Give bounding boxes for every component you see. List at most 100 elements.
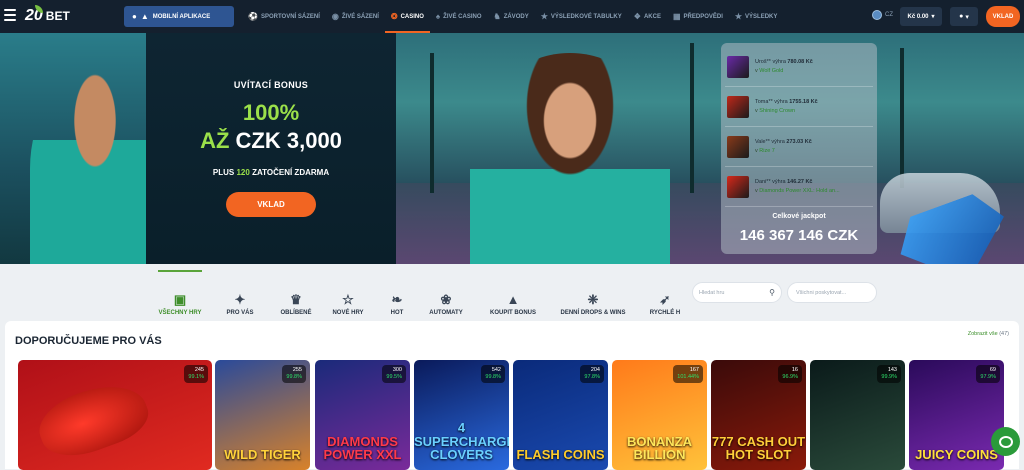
game-stats-badge: 300 99.5%: [382, 365, 406, 383]
game-thumbnail: [727, 95, 749, 118]
nav-item[interactable]: ★ VÝSLEDKY: [729, 0, 784, 33]
user-menu-button[interactable]: ● ▾: [950, 7, 978, 26]
winner-row[interactable]: Uroš** výhra 780.08 Kč v Wolf Gold: [725, 47, 873, 87]
live-icon: ◉: [331, 12, 339, 21]
star-icon: ☆: [342, 292, 354, 307]
winner-game-line: v Shining Crown: [755, 108, 818, 114]
winner-game[interactable]: Shining Crown: [759, 108, 795, 114]
bonus-up-to: AŽ: [200, 128, 230, 153]
category-tab[interactable]: ❀ AUTOMATY: [425, 270, 467, 316]
winner-amount: 146.27 Kč: [787, 179, 813, 185]
pepper-icon: ❧: [391, 292, 403, 307]
nav-label: CASINO: [400, 13, 424, 20]
rtp-value: 101.44%: [677, 373, 699, 380]
winner-line: Uroš** výhra 780.08 Kč: [755, 59, 813, 65]
rtp-value: 97.8%: [584, 373, 600, 380]
category-tab[interactable]: ▲ KOUPIT BONUS: [487, 270, 539, 316]
nav-label: ZÁVODY: [503, 13, 529, 20]
nav-item[interactable]: ▦ PŘEDPOVĚDI: [667, 0, 729, 33]
game-tile[interactable]: 143 99.9%: [810, 360, 905, 470]
nav-item[interactable]: ⚽ SPORTOVNÍ SÁZENÍ: [242, 0, 326, 33]
winner-text: Toma** výhra 1755.18 Kč v Shining Crown: [755, 99, 818, 114]
game-title: 777 CASH OUT HOT SLOT: [711, 433, 806, 463]
nav-item[interactable]: ★ VÝSLEDKOVÉ TABULKY: [535, 0, 628, 33]
hero-deposit-button[interactable]: VKLAD: [226, 192, 316, 217]
category-tab[interactable]: ❧ HOT: [385, 270, 409, 316]
game-tile[interactable]: 245 99.1%: [18, 360, 212, 470]
rtp-value: 99.8%: [485, 373, 501, 380]
winner-prefix: v: [755, 188, 758, 194]
game-tile[interactable]: BONANZA BILLION 167 101.44%: [612, 360, 707, 470]
winner-text: Vale** výhra 273.03 Kč v Rize 7: [755, 139, 812, 154]
winner-line: Toma** výhra 1755.18 Kč: [755, 99, 818, 105]
winner-game[interactable]: Diamonds Power XXL: Hold an...: [759, 188, 839, 194]
game-stats-badge: 255 99.8%: [282, 365, 306, 383]
balance-button[interactable]: Kč 0.00 ▾: [900, 7, 942, 26]
game-tile[interactable]: JUICY COINS 69 97.9%: [909, 360, 1004, 470]
category-tab[interactable]: ▣ VŠECHNY HRY: [158, 270, 202, 316]
language-selector[interactable]: CZ: [872, 10, 893, 20]
winner-game[interactable]: Rize 7: [759, 148, 775, 154]
game-tile[interactable]: 4 SUPERCHARGED CLOVERS 54299.8%: [414, 360, 509, 470]
category-label: VŠECHNY HRY: [158, 310, 202, 316]
section-title: DOPORUČUJEME PRO VÁS: [15, 335, 162, 347]
search-icon: ⚲: [769, 288, 775, 297]
mobile-app-button[interactable]: ● ▲ MOBILNÍ APLIKACE: [124, 6, 234, 27]
winner-prefix: v: [755, 108, 758, 114]
logo-text: BET: [45, 9, 70, 23]
game-tile[interactable]: 777 CASH OUT HOT SLOT 16 96.9%: [711, 360, 806, 470]
nav-item[interactable]: ◉ ŽIVÉ SÁZENÍ: [326, 0, 385, 33]
apple-icon: ●: [132, 12, 137, 21]
category-tab[interactable]: ✦ PRO VÁS: [222, 270, 258, 316]
horse-icon: ♞: [493, 12, 501, 21]
palm-tree-image: [690, 43, 694, 193]
logo[interactable]: 20 BET: [25, 5, 70, 26]
nav-label: PŘEDPOVĚDI: [683, 13, 723, 20]
bonus-amount-value: CZK 3,000: [235, 128, 342, 153]
players-count: 143: [887, 367, 897, 373]
game-tile[interactable]: FLASH COINS 204 97.8%: [513, 360, 608, 470]
nav-label: VÝSLEDKOVÉ TABULKY: [550, 13, 622, 20]
winner-amount: 780.08 Kč: [787, 59, 813, 65]
chevron-down-icon: ▾: [965, 13, 969, 21]
deposit-button[interactable]: VKLAD: [986, 6, 1020, 27]
winner-game[interactable]: Wolf Gold: [759, 68, 783, 74]
spins-count: 120: [236, 168, 250, 177]
category-tab[interactable]: ❈ DENNÍ DROPS & WINS: [555, 270, 631, 316]
winner-row[interactable]: Toma** výhra 1755.18 Kč v Shining Crown: [725, 87, 873, 127]
drops-icon: ❈: [587, 292, 599, 307]
game-search-input[interactable]: Hledat hru ⚲: [692, 282, 782, 303]
top-bar: 20 BET ● ▲ MOBILNÍ APLIKACE ⚽ SPORTOVNÍ S…: [0, 0, 1024, 33]
winner-prefix: v: [755, 148, 758, 154]
category-tab[interactable]: ♛ OBLÍBENÉ: [278, 270, 314, 316]
category-tab[interactable]: ➶ RYCHLÉ H: [645, 270, 685, 316]
provider-select[interactable]: Všichni poskytovat...: [787, 282, 877, 303]
winner-row[interactable]: Dani** výhra 146.27 Kč v Diamonds Power …: [725, 167, 873, 207]
game-tile[interactable]: WILD TIGER 255 99.8%: [215, 360, 310, 470]
nav-item[interactable]: ♠ ŽIVÉ CASINO: [430, 0, 488, 33]
jackpot-value: 146 367 146 CZK: [739, 227, 859, 244]
show-all-link[interactable]: Zobrazit vše (47): [968, 331, 1009, 337]
nav-label: VÝSLEDKY: [745, 13, 778, 20]
nav-item[interactable]: ❖ AKCE: [628, 0, 667, 33]
game-title: 4 SUPERCHARGED CLOVERS: [414, 420, 509, 463]
game-tile[interactable]: DIAMONDS POWER XXL 300 99.5%: [315, 360, 410, 470]
category-tab[interactable]: ☆ NOVÉ HRY: [330, 270, 366, 316]
slot-icon: ▣: [173, 292, 187, 307]
menu-icon[interactable]: [4, 9, 16, 21]
category-label: NOVÉ HRY: [332, 310, 364, 316]
mobile-app-label: MOBILNÍ APLIKACE: [152, 13, 211, 20]
nav-label: ŽIVÉ SÁZENÍ: [341, 13, 379, 20]
winner-prefix: v: [755, 68, 758, 74]
chili-pepper-image: [31, 372, 155, 468]
nav-item[interactable]: ❂ CASINO: [384, 0, 430, 33]
man-character-image: [30, 73, 160, 264]
players-count: 167: [689, 367, 699, 373]
rtp-value: 99.8%: [286, 373, 302, 380]
winners-panel: Uroš** výhra 780.08 Kč v Wolf Gold Toma**…: [721, 43, 877, 254]
winner-row[interactable]: Vale** výhra 273.03 Kč v Rize 7: [725, 127, 873, 167]
chat-button[interactable]: [991, 427, 1020, 456]
nav-item[interactable]: ♞ ZÁVODY: [488, 0, 535, 33]
trophy-icon: ★: [540, 12, 548, 21]
winner-line: Dani** výhra 146.27 Kč: [755, 179, 840, 185]
